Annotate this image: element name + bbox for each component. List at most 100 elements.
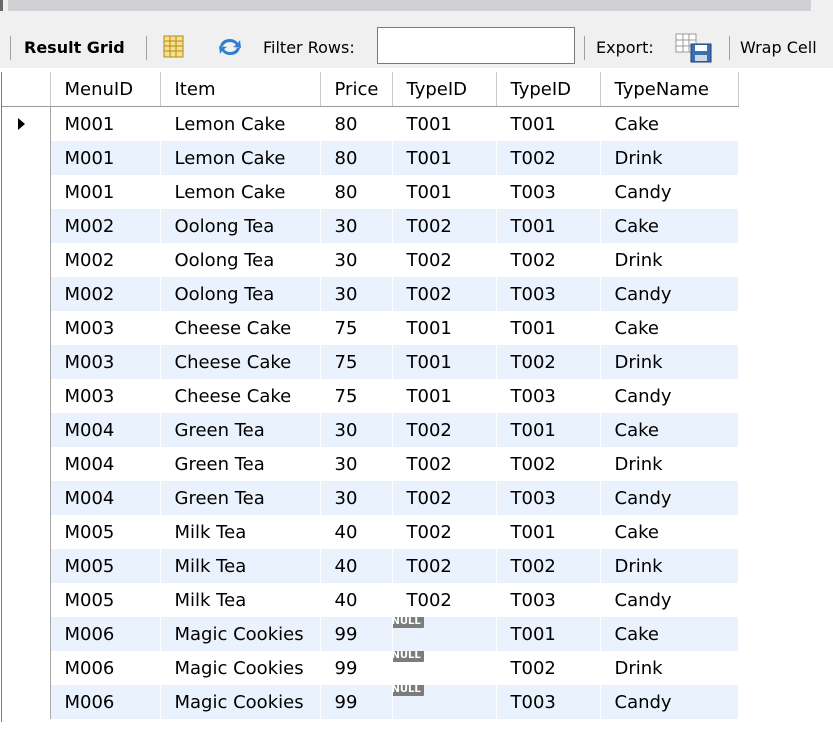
table-cell[interactable]: T002 (392, 515, 497, 549)
table-row[interactable]: M005 Milk Tea 40 T002 T003 Candy (2, 583, 739, 617)
table-cell[interactable]: T001 (392, 175, 497, 209)
table-cell[interactable]: T002 (392, 413, 497, 447)
table-cell[interactable]: Green Tea (160, 481, 321, 515)
table-cell[interactable]: Cheese Cake (160, 379, 321, 413)
column-header[interactable]: Item (160, 72, 321, 107)
table-cell[interactable]: T001 (496, 515, 601, 549)
table-row[interactable]: M006 Magic Cookies 99 NULL T002 Drink (2, 651, 739, 685)
table-row[interactable]: M004 Green Tea 30 T002 T001 Cake (2, 413, 739, 447)
table-cell[interactable]: Lemon Cake (160, 175, 321, 209)
table-cell[interactable]: T001 (496, 311, 601, 345)
table-cell[interactable]: NULL (392, 617, 497, 651)
row-selector[interactable] (2, 481, 51, 515)
table-row[interactable]: M002 Oolong Tea 30 T002 T001 Cake (2, 209, 739, 243)
column-header[interactable]: TypeID (496, 72, 601, 107)
table-cell[interactable]: Milk Tea (160, 549, 321, 583)
horizontal-scrollbar[interactable] (8, 0, 811, 11)
row-selector[interactable] (2, 175, 51, 209)
row-selector[interactable] (2, 379, 51, 413)
row-selector[interactable] (2, 141, 51, 175)
table-cell[interactable]: Green Tea (160, 447, 321, 481)
column-header[interactable]: Price (320, 72, 393, 107)
table-cell[interactable]: T001 (392, 106, 497, 141)
table-row[interactable]: M003 Cheese Cake 75 T001 T001 Cake (2, 311, 739, 345)
export-icon[interactable] (675, 32, 715, 69)
table-cell[interactable]: 30 (320, 209, 393, 243)
table-cell[interactable]: T002 (496, 549, 601, 583)
table-cell[interactable]: M005 (50, 549, 161, 583)
table-cell[interactable]: T003 (496, 685, 601, 719)
table-cell[interactable]: Cake (600, 106, 739, 141)
row-selector[interactable] (2, 685, 51, 719)
table-cell[interactable]: 75 (320, 379, 393, 413)
table-cell[interactable]: M001 (50, 106, 161, 141)
table-cell[interactable]: M004 (50, 481, 161, 515)
table-cell[interactable]: M006 (50, 685, 161, 719)
table-cell[interactable]: 80 (320, 175, 393, 209)
table-cell[interactable]: T002 (392, 209, 497, 243)
table-row[interactable]: M001 Lemon Cake 80 T001 T002 Drink (2, 141, 739, 175)
table-cell[interactable]: 30 (320, 277, 393, 311)
table-cell[interactable]: T001 (392, 141, 497, 175)
table-cell[interactable]: T001 (496, 209, 601, 243)
table-cell[interactable]: NULL (392, 651, 497, 685)
table-cell[interactable]: 30 (320, 413, 393, 447)
table-cell[interactable]: T002 (496, 345, 601, 379)
result-grid-button[interactable]: Result Grid (24, 37, 125, 59)
table-cell[interactable]: 40 (320, 515, 393, 549)
table-row[interactable]: M005 Milk Tea 40 T002 T001 Cake (2, 515, 739, 549)
table-cell[interactable]: T001 (392, 379, 497, 413)
table-cell[interactable]: Oolong Tea (160, 277, 321, 311)
table-cell[interactable]: 80 (320, 106, 393, 141)
table-cell[interactable]: 30 (320, 243, 393, 277)
table-cell[interactable]: M006 (50, 617, 161, 651)
table-cell[interactable]: 80 (320, 141, 393, 175)
row-selector[interactable] (2, 277, 51, 311)
table-row[interactable]: M005 Milk Tea 40 T002 T002 Drink (2, 549, 739, 583)
table-cell[interactable]: Milk Tea (160, 583, 321, 617)
row-selector[interactable] (2, 651, 51, 685)
table-cell[interactable]: T001 (496, 413, 601, 447)
filter-rows-input[interactable] (377, 27, 575, 64)
table-row[interactable]: M002 Oolong Tea 30 T002 T003 Candy (2, 277, 739, 311)
table-cell[interactable]: T002 (392, 277, 497, 311)
column-header[interactable]: TypeName (600, 72, 739, 107)
table-cell[interactable]: Cake (600, 311, 739, 345)
table-cell[interactable]: Cheese Cake (160, 345, 321, 379)
table-cell[interactable]: 40 (320, 583, 393, 617)
table-cell[interactable]: M002 (50, 209, 161, 243)
table-cell[interactable]: Cake (600, 413, 739, 447)
column-header[interactable]: MenuID (50, 72, 161, 107)
row-selector[interactable] (2, 345, 51, 379)
table-cell[interactable]: Drink (600, 345, 739, 379)
table-cell[interactable]: M005 (50, 583, 161, 617)
table-row[interactable]: M001 Lemon Cake 80 T001 T003 Candy (2, 175, 739, 209)
table-cell[interactable]: M004 (50, 447, 161, 481)
refresh-icon[interactable] (216, 36, 244, 63)
table-cell[interactable]: T003 (496, 277, 601, 311)
table-cell[interactable]: M003 (50, 345, 161, 379)
table-cell[interactable]: T002 (392, 243, 497, 277)
table-cell[interactable]: T002 (392, 481, 497, 515)
table-cell[interactable]: Candy (600, 481, 739, 515)
table-cell[interactable]: T001 (496, 106, 601, 141)
table-cell[interactable]: 99 (320, 685, 393, 719)
table-cell[interactable]: Drink (600, 651, 739, 685)
table-cell[interactable]: Drink (600, 549, 739, 583)
table-row[interactable]: M004 Green Tea 30 T002 T003 Candy (2, 481, 739, 515)
table-cell[interactable]: T003 (496, 583, 601, 617)
table-cell[interactable]: Candy (600, 277, 739, 311)
table-cell[interactable]: Candy (600, 379, 739, 413)
table-cell[interactable]: T002 (496, 651, 601, 685)
table-cell[interactable]: M004 (50, 413, 161, 447)
table-cell[interactable]: Cake (600, 515, 739, 549)
table-cell[interactable]: 99 (320, 651, 393, 685)
table-cell[interactable]: T002 (496, 447, 601, 481)
table-cell[interactable]: M001 (50, 175, 161, 209)
table-cell[interactable]: Lemon Cake (160, 106, 321, 141)
table-cell[interactable]: Oolong Tea (160, 243, 321, 277)
table-cell[interactable]: Lemon Cake (160, 141, 321, 175)
table-cell[interactable]: Milk Tea (160, 515, 321, 549)
column-header[interactable]: TypeID (392, 72, 497, 107)
table-cell[interactable]: T002 (392, 583, 497, 617)
